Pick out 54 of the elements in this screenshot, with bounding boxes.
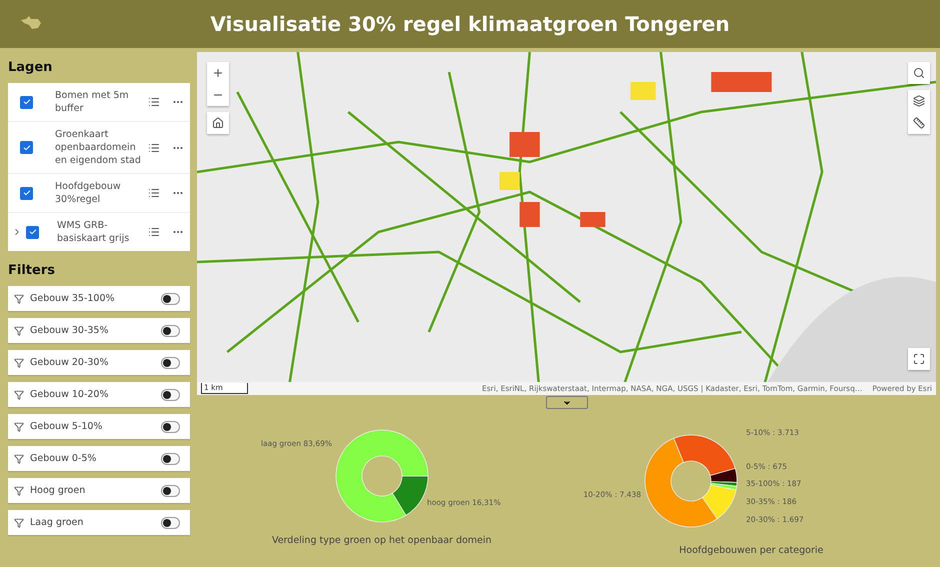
layer-checkbox[interactable]: [20, 141, 33, 154]
check-icon: [22, 98, 30, 106]
panel-heading: Lagen: [8, 59, 54, 77]
layer-checkbox[interactable]: [26, 226, 39, 238]
app-title: Visualisatie 30% regel klimaatgroen Tongeren: [210, 12, 730, 36]
chart-caption: Verdeling type groen op het openbaar domein: [272, 535, 492, 546]
layer-name: Bomen met 5m buffer: [54, 89, 130, 115]
filter-toggle[interactable]: [161, 356, 180, 368]
home-icon: [212, 117, 224, 129]
filter-toggle[interactable]: [161, 516, 180, 528]
filter-icon: [14, 358, 24, 368]
filter-label: Gebouw 5-10%: [30, 421, 104, 432]
fullscreen-icon: [913, 353, 925, 365]
filter-label: Gebouw 20-30%: [30, 357, 110, 368]
layers-button[interactable]: [908, 90, 930, 112]
filter-icon: [14, 454, 24, 464]
filter-icon: [14, 422, 24, 432]
filter-toggle[interactable]: [161, 324, 180, 336]
panel-heading: Filters: [8, 262, 56, 280]
layer-name: WMS GRB-basiskaart grijs: [56, 219, 130, 245]
layer-checkbox[interactable]: [20, 186, 33, 200]
zoom-in-button[interactable]: [207, 62, 229, 84]
search-icon: [913, 67, 925, 79]
filter-label: Hoog groen: [30, 485, 86, 496]
layer-name: Groenkaart openbaardomein en eigendom stad: [54, 128, 142, 167]
filter-toggle[interactable]: [161, 292, 180, 304]
chart-caption: Hoofdgebouwen per categorie: [679, 545, 824, 556]
search-button[interactable]: [908, 62, 930, 84]
filter-icon: [14, 390, 24, 400]
filter-toggle[interactable]: [161, 420, 180, 432]
plus-icon: [212, 67, 224, 79]
filter-label: Gebouw 35-100%: [30, 293, 116, 304]
filter-label: Gebouw 0-5%: [30, 453, 98, 464]
layer-checkbox[interactable]: [20, 96, 33, 108]
filter-label: Gebouw 10-20%: [30, 389, 110, 400]
filter-icon: [14, 486, 24, 496]
filter-icon: [14, 326, 24, 336]
check-icon: [28, 228, 36, 236]
filter-toggle[interactable]: [161, 484, 180, 496]
filter-label: Laag groen: [30, 517, 84, 528]
filter-toggle[interactable]: [161, 388, 180, 400]
logo-icon: [20, 16, 42, 30]
check-icon: [22, 144, 30, 152]
measure-button[interactable]: [908, 112, 930, 134]
layer-name: Hoofdgebouw 30%regel: [54, 180, 122, 206]
filter-toggle[interactable]: [161, 452, 180, 464]
check-icon: [22, 189, 30, 197]
filter-label: Gebouw 30-35%: [30, 325, 110, 336]
home-button[interactable]: [207, 112, 229, 134]
fullscreen-button[interactable]: [908, 348, 930, 370]
layers-icon: [913, 95, 925, 107]
ruler-icon: [913, 117, 925, 129]
filter-icon: [14, 294, 24, 304]
filter-icon: [14, 518, 24, 528]
